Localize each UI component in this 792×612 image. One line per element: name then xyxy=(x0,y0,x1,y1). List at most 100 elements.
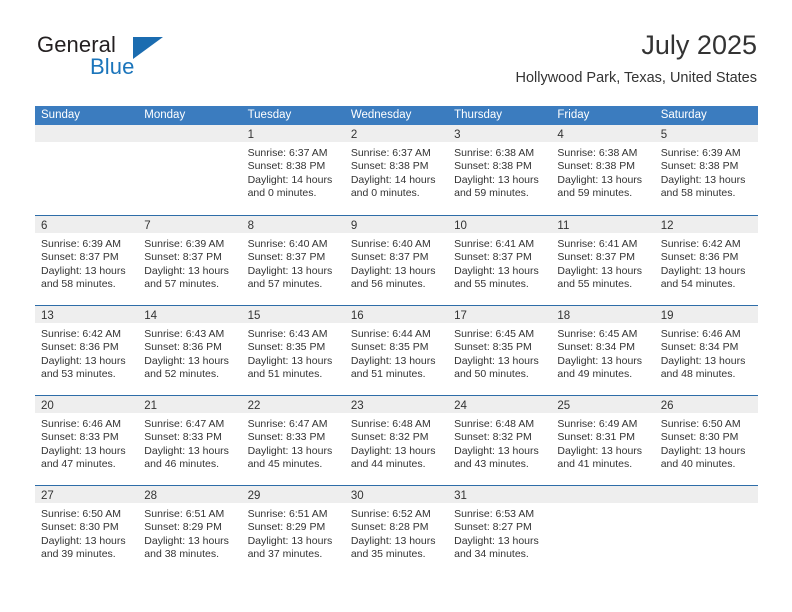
sunset-text: Sunset: 8:30 PM xyxy=(41,521,119,534)
daylight-text: Daylight: 14 hours and 0 minutes. xyxy=(247,173,333,200)
sunrise-text: Sunrise: 6:41 AM xyxy=(557,238,638,250)
calendar-day-cell[interactable]: 20 Sunrise: 6:46 AM Sunset: 8:33 PM Dayligh… xyxy=(35,396,139,485)
sunset-text: Sunset: 8:37 PM xyxy=(557,251,636,264)
day-details: Sunrise: 6:47 AM Sunset: 8:33 PM Daylight:… xyxy=(242,413,345,472)
calendar-day-cell[interactable]: 2 Sunrise: 6:37 AM Sunset: 8:38 PM Daylight… xyxy=(344,125,449,215)
day-number: 21 xyxy=(144,400,158,412)
calendar-day-cell[interactable]: 18 Sunrise: 6:45 AM Sunset: 8:34 PM Dayligh… xyxy=(551,306,655,395)
sunset-text: Sunset: 8:27 PM xyxy=(454,521,532,534)
calendar-day-cell[interactable]: 4 Sunrise: 6:38 AM Sunset: 8:38 PM Daylight… xyxy=(551,125,655,215)
sunset-text: Sunset: 8:36 PM xyxy=(144,341,222,354)
calendar-day-cell[interactable]: 22 Sunrise: 6:47 AM Sunset: 8:33 PM Dayligh… xyxy=(241,396,345,485)
calendar-day-cell[interactable]: 16 Sunrise: 6:44 AM Sunset: 8:35 PM Dayligh… xyxy=(344,306,449,395)
day-details: Sunrise: 6:50 AM Sunset: 8:30 PM Daylight:… xyxy=(655,413,758,472)
day-number-band: 27 xyxy=(35,486,139,503)
day-number-band: 6 xyxy=(35,216,139,233)
calendar-day-cell[interactable]: 28 Sunrise: 6:51 AM Sunset: 8:29 PM Dayligh… xyxy=(138,486,242,575)
calendar-day-cell[interactable]: 6 Sunrise: 6:39 AM Sunset: 8:37 PM Daylight… xyxy=(35,216,139,305)
calendar-day-cell[interactable]: 14 Sunrise: 6:43 AM Sunset: 8:36 PM Dayligh… xyxy=(138,306,242,395)
day-number: 2 xyxy=(350,129,358,141)
day-number: 6 xyxy=(41,220,48,232)
sunrise-text: Sunrise: 6:37 AM xyxy=(350,147,431,159)
day-details: Sunrise: 6:42 AM Sunset: 8:36 PM Daylight:… xyxy=(655,233,758,292)
calendar-day-cell[interactable]: 7 Sunrise: 6:39 AM Sunset: 8:37 PM Daylight… xyxy=(138,216,242,305)
day-number-band: 20 xyxy=(35,396,139,413)
sunset-text: Sunset: 8:33 PM xyxy=(144,431,222,444)
day-number: 9 xyxy=(350,220,358,232)
sunset-text: Sunset: 8:31 PM xyxy=(557,431,636,444)
calendar-day-cell[interactable]: 30 Sunrise: 6:52 AM Sunset: 8:28 PM Dayligh… xyxy=(344,486,449,575)
calendar-day-cell[interactable]: 31 Sunrise: 6:53 AM Sunset: 8:27 PM Dayligh… xyxy=(448,486,552,575)
calendar-day-cell[interactable]: 8 Sunrise: 6:40 AM Sunset: 8:37 PM Daylight… xyxy=(241,216,345,305)
calendar-day-cell[interactable]: 15 Sunrise: 6:43 AM Sunset: 8:35 PM Dayligh… xyxy=(241,306,345,395)
daylight-text: Daylight: 13 hours and 56 minutes. xyxy=(350,264,436,291)
day-number-band: 2 xyxy=(344,125,449,142)
day-number: 27 xyxy=(41,490,54,502)
day-details: Sunrise: 6:51 AM Sunset: 8:29 PM Daylight:… xyxy=(138,503,241,562)
calendar-day-cell[interactable]: 5 Sunrise: 6:39 AM Sunset: 8:38 PM Daylight… xyxy=(654,125,758,215)
sunset-text: Sunset: 8:37 PM xyxy=(41,251,119,264)
day-number-band: 31 xyxy=(448,486,552,503)
sunrise-text: Sunrise: 6:47 AM xyxy=(247,418,328,430)
calendar-day-cell[interactable]: 12 Sunrise: 6:42 AM Sunset: 8:36 PM Dayligh… xyxy=(654,216,758,305)
sunset-text: Sunset: 8:33 PM xyxy=(41,431,119,444)
calendar-day-cell[interactable]: 26 Sunrise: 6:50 AM Sunset: 8:30 PM Dayligh… xyxy=(654,396,758,485)
daylight-text: Daylight: 13 hours and 50 minutes. xyxy=(454,354,539,381)
calendar-day-cell[interactable]: 3 Sunrise: 6:38 AM Sunset: 8:38 PM Daylight… xyxy=(448,125,552,215)
day-number: 3 xyxy=(454,129,461,141)
calendar-day-cell[interactable]: 27 Sunrise: 6:50 AM Sunset: 8:30 PM Dayligh… xyxy=(35,486,139,575)
sunrise-text: Sunrise: 6:40 AM xyxy=(350,238,431,250)
calendar-day-cell[interactable]: 13 Sunrise: 6:42 AM Sunset: 8:36 PM Dayligh… xyxy=(35,306,139,395)
general-blue-logo[interactable]: General Blue xyxy=(35,32,255,88)
daylight-text: Daylight: 13 hours and 54 minutes. xyxy=(660,264,746,291)
sunrise-text: Sunrise: 6:39 AM xyxy=(660,147,741,159)
day-details: Sunrise: 6:46 AM Sunset: 8:34 PM Daylight:… xyxy=(655,323,758,382)
calendar-day-cell[interactable]: 23 Sunrise: 6:48 AM Sunset: 8:32 PM Dayligh… xyxy=(344,396,449,485)
day-number-band: 3 xyxy=(448,125,552,142)
sunrise-text: Sunrise: 6:46 AM xyxy=(41,418,121,430)
sunrise-text: Sunrise: 6:39 AM xyxy=(41,238,121,250)
day-number: 11 xyxy=(557,220,570,232)
calendar-day-cell[interactable]: 29 Sunrise: 6:51 AM Sunset: 8:29 PM Dayligh… xyxy=(241,486,345,575)
calendar-day-cell[interactable]: 21 Sunrise: 6:47 AM Sunset: 8:33 PM Dayligh… xyxy=(138,396,242,485)
day-number: 26 xyxy=(660,400,674,412)
day-details: Sunrise: 6:45 AM Sunset: 8:34 PM Daylight:… xyxy=(551,323,654,382)
calendar-day-cell[interactable]: 25 Sunrise: 6:49 AM Sunset: 8:31 PM Dayligh… xyxy=(551,396,655,485)
calendar-day-cell[interactable]: 17 Sunrise: 6:45 AM Sunset: 8:35 PM Dayligh… xyxy=(448,306,552,395)
day-details: Sunrise: 6:39 AM Sunset: 8:37 PM Daylight:… xyxy=(138,233,241,292)
daylight-text: Daylight: 13 hours and 55 minutes. xyxy=(454,264,539,291)
calendar-day-cell[interactable]: 11 Sunrise: 6:41 AM Sunset: 8:37 PM Dayligh… xyxy=(551,216,655,305)
day-details: Sunrise: 6:41 AM Sunset: 8:37 PM Daylight:… xyxy=(551,233,654,292)
day-number-band: 8 xyxy=(241,216,345,233)
calendar-week-row: 13 Sunrise: 6:42 AM Sunset: 8:36 PM Dayligh… xyxy=(35,305,758,395)
day-number: 22 xyxy=(247,400,261,412)
calendar-week-row: 20 Sunrise: 6:46 AM Sunset: 8:33 PM Dayligh… xyxy=(35,395,758,485)
daylight-text: Daylight: 13 hours and 49 minutes. xyxy=(557,354,643,381)
daylight-text: Daylight: 13 hours and 37 minutes. xyxy=(247,534,333,561)
calendar-day-cell[interactable]: 19 Sunrise: 6:46 AM Sunset: 8:34 PM Dayligh… xyxy=(654,306,758,395)
calendar-week-row: 6 Sunrise: 6:39 AM Sunset: 8:37 PM Daylight… xyxy=(35,215,758,305)
day-number-band: 5 xyxy=(654,125,758,142)
weekday-header-wednesday: Wednesday xyxy=(350,109,412,121)
page-title: July 2025 xyxy=(641,30,757,60)
day-number-band xyxy=(654,486,758,503)
sunset-text: Sunset: 8:32 PM xyxy=(454,431,532,444)
day-number-band: 22 xyxy=(241,396,345,413)
weekday-header-thursday: Thursday xyxy=(454,109,503,121)
day-number: 5 xyxy=(660,129,668,141)
calendar-day-cell[interactable]: 24 Sunrise: 6:48 AM Sunset: 8:32 PM Dayligh… xyxy=(448,396,552,485)
calendar-day-cell[interactable]: 9 Sunrise: 6:40 AM Sunset: 8:37 PM Daylight… xyxy=(344,216,449,305)
daylight-text: Daylight: 13 hours and 51 minutes. xyxy=(350,354,436,381)
sunset-text: Sunset: 8:29 PM xyxy=(247,521,326,534)
day-details: Sunrise: 6:48 AM Sunset: 8:32 PM Daylight:… xyxy=(448,413,551,472)
day-number: 7 xyxy=(144,220,151,232)
sunset-text: Sunset: 8:34 PM xyxy=(557,341,636,354)
day-number-band: 15 xyxy=(241,306,345,323)
day-details: Sunrise: 6:44 AM Sunset: 8:35 PM Daylight:… xyxy=(345,323,448,382)
weekday-header-tuesday: Tuesday xyxy=(247,109,292,121)
day-number: 17 xyxy=(454,310,467,322)
calendar-day-cell[interactable]: 1 Sunrise: 6:37 AM Sunset: 8:38 PM Daylight… xyxy=(241,125,345,215)
sunset-text: Sunset: 8:29 PM xyxy=(144,521,222,534)
calendar-day-cell[interactable]: 10 Sunrise: 6:41 AM Sunset: 8:37 PM Dayligh… xyxy=(448,216,552,305)
day-details: Sunrise: 6:52 AM Sunset: 8:28 PM Daylight:… xyxy=(345,503,448,562)
